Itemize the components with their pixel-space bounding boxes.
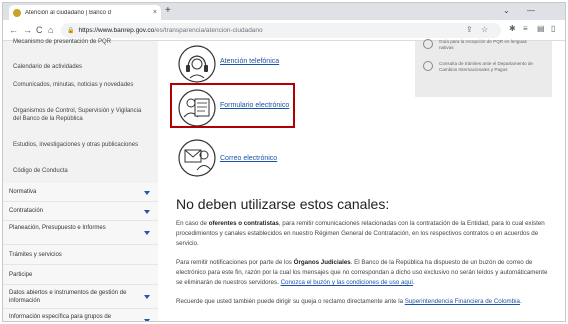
sidebar-item-label: Contratación bbox=[9, 208, 44, 214]
text: . bbox=[519, 298, 522, 305]
forward-button[interactable]: → bbox=[23, 24, 32, 36]
text: Para remitir notificaciones por parte de… bbox=[176, 259, 294, 266]
sidebar-item-participe[interactable]: Participe bbox=[3, 265, 158, 285]
tab-title: Atención al ciudadano | Banco d bbox=[25, 9, 111, 16]
sidebar-item-label: Normativa bbox=[9, 189, 37, 195]
superintendencia-link[interactable]: Superintendencia Financiera de Colombia bbox=[405, 298, 520, 305]
channel-link-correo[interactable]: Correo electrónico bbox=[220, 155, 277, 162]
reload-button[interactable]: C bbox=[36, 24, 43, 36]
minimize-button[interactable]: — bbox=[527, 6, 535, 15]
submenu-item-organismos[interactable]: Organismos de Control, Supervisión y Vig… bbox=[13, 107, 143, 123]
reading-list-icon[interactable]: ≡ bbox=[523, 24, 528, 33]
downloads-icon[interactable]: ▤ bbox=[537, 24, 545, 33]
buzon-link[interactable]: Conozca el buzón y las condiciones de us… bbox=[281, 279, 413, 286]
channel-link-telefonica[interactable]: Atención telefónica bbox=[220, 58, 279, 65]
sidebar-item-planeacion[interactable]: Planeación, Presupuesto e Informes bbox=[3, 221, 158, 245]
related-link-text: Guía para la recepción de PQR en lenguas… bbox=[439, 39, 527, 50]
chevron-down-icon bbox=[144, 319, 150, 321]
document-icon bbox=[423, 39, 433, 49]
related-link-lenguas[interactable]: Guía para la recepción de PQR en lenguas… bbox=[423, 39, 548, 61]
submenu-item-comunicados[interactable]: Comunicados, minutas, noticias y novedad… bbox=[13, 81, 143, 89]
tab-search-icon[interactable]: ⌄ bbox=[503, 6, 510, 15]
tab-bar: Atención al ciudadano | Banco d × + ⌄ — bbox=[3, 3, 565, 20]
browser-tab[interactable]: Atención al ciudadano | Banco d × bbox=[9, 5, 161, 20]
submenu-item-estudios[interactable]: Estudios, investigaciones y otras public… bbox=[13, 141, 143, 149]
sidebar-item-contratacion[interactable]: Contratación bbox=[3, 202, 158, 221]
submenu: Mecanismo de presentación de PQR Calenda… bbox=[3, 38, 158, 183]
share-icon[interactable]: ⇪ bbox=[466, 25, 473, 34]
section-heading: No deben utilizarse estos canales: bbox=[176, 196, 390, 212]
sidebar-item-label: Información específica para grupos de in… bbox=[9, 314, 112, 320]
sidebar-panel-icon[interactable]: ▯ bbox=[551, 24, 555, 33]
sidebar-item-normativa[interactable]: Normativa bbox=[3, 183, 158, 202]
paragraph-superintendencia: Recuerde que usted también puede dirigir… bbox=[176, 297, 548, 307]
related-link-text: Consulta de trámites ante el Departament… bbox=[439, 61, 533, 72]
text: En caso de bbox=[176, 220, 209, 227]
related-link-cambios[interactable]: Consulta de trámites ante el Departament… bbox=[423, 61, 548, 83]
chevron-down-icon bbox=[144, 231, 150, 235]
submenu-item-codigo[interactable]: Código de Conducta bbox=[13, 167, 143, 175]
url-text: https://www.banrep.gov.co/es/transparenc… bbox=[78, 27, 262, 34]
sidebar: Mecanismo de presentación de PQR Calenda… bbox=[3, 38, 158, 321]
site-favicon-icon bbox=[13, 8, 21, 17]
browser-window: Atención al ciudadano | Banco d × + ⌄ — … bbox=[2, 2, 566, 322]
phone-icon bbox=[178, 45, 216, 83]
bookmark-star-icon[interactable]: ☆ bbox=[481, 25, 488, 34]
chevron-down-icon bbox=[144, 295, 150, 299]
paragraph-judiciales: Para remitir notificaciones por parte de… bbox=[176, 258, 548, 288]
main-content: Atención telefónica Formulario electróni… bbox=[168, 39, 553, 321]
bold-text: Órganos Judiciales bbox=[293, 259, 351, 266]
channel-correo: Correo electrónico bbox=[168, 135, 368, 181]
sidebar-item-label: Datos abiertos e instrumentos de gestión… bbox=[9, 290, 127, 304]
highlight-box bbox=[170, 83, 295, 128]
chevron-down-icon bbox=[144, 191, 150, 195]
url-domain: https://www.banrep.gov.co bbox=[78, 27, 155, 34]
chevron-down-icon bbox=[144, 210, 150, 214]
url-input[interactable]: 🔒 https://www.banrep.gov.co/es/transpare… bbox=[61, 23, 501, 38]
sidebar-item-label: Planeación, Presupuesto e Informes bbox=[9, 225, 106, 231]
submenu-item-calendario[interactable]: Calendario de actividades bbox=[13, 63, 143, 71]
channel-telefono: Atención telefónica bbox=[168, 41, 368, 87]
home-button[interactable]: ⌂ bbox=[48, 24, 53, 36]
sidebar-item-label: Participe bbox=[9, 272, 33, 278]
related-links-box: Guía para la recepción de PQR en lenguas… bbox=[415, 39, 552, 97]
lock-icon: 🔒 bbox=[67, 28, 75, 34]
back-button[interactable]: ← bbox=[9, 24, 18, 36]
extensions-icon[interactable]: ✱ bbox=[509, 24, 516, 33]
tab-close-icon[interactable]: × bbox=[153, 9, 157, 16]
url-path: /es/transparencia/atencion-ciudadano bbox=[154, 27, 263, 34]
sidebar-item-grupos-interes[interactable]: Información específica para grupos de in… bbox=[3, 309, 158, 321]
sidebar-item-tramites[interactable]: Trámites y servicios bbox=[3, 245, 158, 265]
email-icon bbox=[178, 139, 216, 177]
text: . bbox=[413, 279, 415, 286]
paragraph-oferentes: En caso de oferentes o contratistas, par… bbox=[176, 219, 548, 249]
submenu-item-pqr[interactable]: Mecanismo de presentación de PQR bbox=[13, 38, 143, 46]
sidebar-item-label: Trámites y servicios bbox=[9, 252, 62, 258]
new-tab-button[interactable]: + bbox=[165, 5, 171, 17]
bold-text: oferentes o contratistas bbox=[208, 220, 279, 227]
document-icon bbox=[423, 61, 433, 71]
sidebar-item-datos-abiertos[interactable]: Datos abiertos e instrumentos de gestión… bbox=[3, 285, 158, 309]
text: Recuerde que usted también puede dirigir… bbox=[176, 298, 405, 305]
